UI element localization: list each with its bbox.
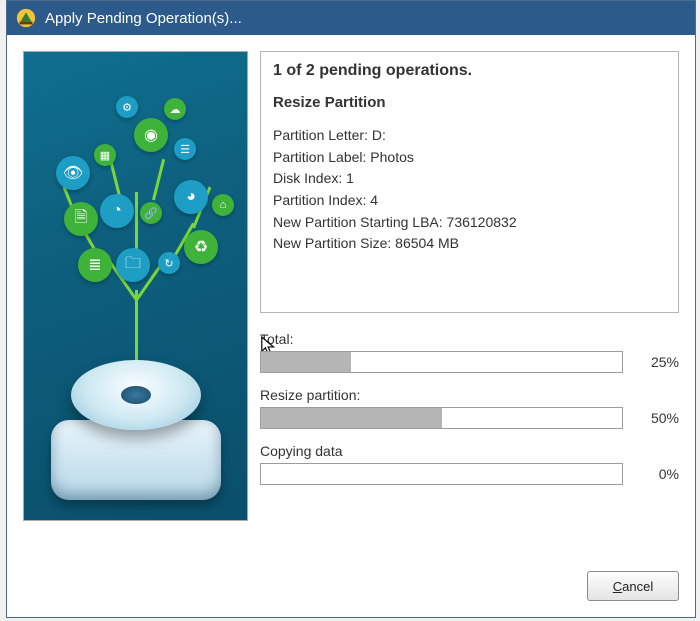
folder-icon: 🗀 bbox=[116, 248, 150, 282]
eye-icon: 👁 bbox=[56, 156, 90, 190]
detail-partition-label: Partition Label: Photos bbox=[273, 147, 666, 169]
cloud-icon: ☁ bbox=[164, 98, 186, 120]
list-icon: ☰ bbox=[174, 138, 196, 160]
detail-disk-index: Disk Index: 1 bbox=[273, 168, 666, 190]
window-title: Apply Pending Operation(s)... bbox=[45, 10, 242, 27]
progress-total-label: Total: bbox=[260, 331, 679, 347]
progress-copy-bar bbox=[260, 463, 623, 485]
progress-copy-label: Copying data bbox=[260, 443, 679, 459]
detail-starting-lba: New Partition Starting LBA: 736120832 bbox=[273, 212, 666, 234]
progress-total-bar bbox=[260, 351, 623, 373]
cancel-button-rest: ancel bbox=[622, 579, 653, 594]
doc-icon: 🗎 bbox=[64, 202, 98, 236]
dialog-content: ≣ 🗀 ♻ ↻ 🗎 ◔ 🔗 ◕ ⌂ 👁 ▦ ◉ ☰ ⚙ ☁ bbox=[7, 35, 695, 617]
operation-info-box: 1 of 2 pending operations. Resize Partit… bbox=[260, 51, 679, 313]
dialog-window: Apply Pending Operation(s)... bbox=[6, 0, 696, 618]
progress-copy-percent: 0% bbox=[633, 466, 679, 482]
progress-resize-percent: 50% bbox=[633, 410, 679, 426]
tag-icon: ⌂ bbox=[212, 194, 234, 216]
progress-total-percent: 25% bbox=[633, 354, 679, 370]
titlebar[interactable]: Apply Pending Operation(s)... bbox=[7, 1, 695, 35]
progress-resize-bar bbox=[260, 407, 623, 429]
bars-icon: ≣ bbox=[78, 248, 112, 282]
progress-resize-label: Resize partition: bbox=[260, 387, 679, 403]
chart-icon: ◔ bbox=[100, 194, 134, 228]
illustration-panel: ≣ 🗀 ♻ ↻ 🗎 ◔ 🔗 ◕ ⌂ 👁 ▦ ◉ ☰ ⚙ ☁ bbox=[23, 51, 248, 521]
detail-new-size: New Partition Size: 86504 MB bbox=[273, 233, 666, 255]
grid-icon: ▦ bbox=[94, 144, 116, 166]
detail-partition-index: Partition Index: 4 bbox=[273, 190, 666, 212]
refresh-icon: ↻ bbox=[158, 252, 180, 274]
disk-illustration bbox=[51, 380, 221, 500]
operation-title: Resize Partition bbox=[273, 94, 666, 111]
settings-icon: ⚙ bbox=[116, 96, 138, 118]
link-icon: 🔗 bbox=[140, 202, 162, 224]
cancel-button[interactable]: Cancel bbox=[587, 571, 679, 601]
disc-icon: ◉ bbox=[134, 118, 168, 152]
pending-count-heading: 1 of 2 pending operations. bbox=[273, 62, 666, 80]
app-icon bbox=[15, 7, 37, 29]
progress-resize-fill bbox=[261, 408, 442, 428]
progress-total-fill bbox=[261, 352, 351, 372]
detail-partition-letter: Partition Letter: D: bbox=[273, 125, 666, 147]
recycle-icon: ♻ bbox=[184, 230, 218, 264]
pie-icon: ◕ bbox=[174, 180, 208, 214]
